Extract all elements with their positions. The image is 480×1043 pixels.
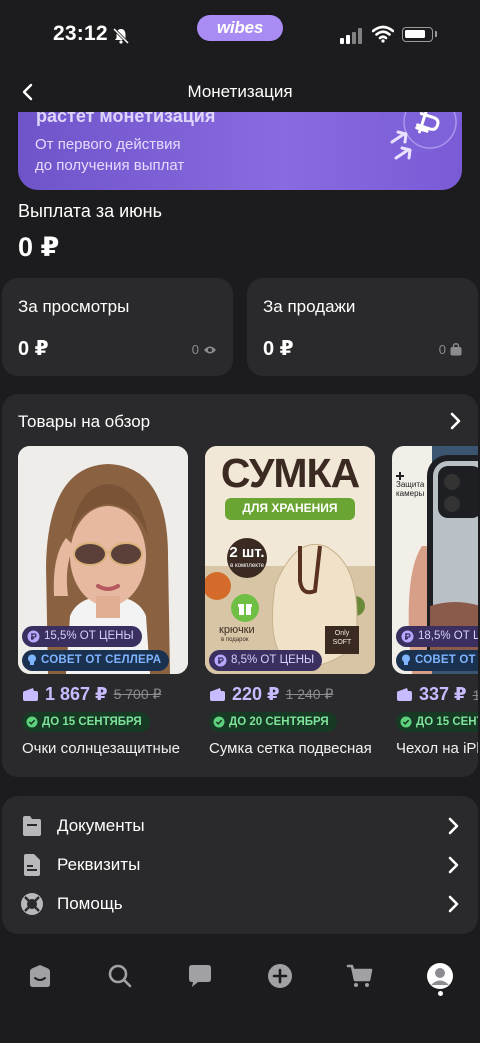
product-old-price: 1: [472, 686, 478, 703]
check-circle-icon: [213, 716, 225, 728]
product-price: 337 ₽: [419, 684, 467, 704]
deadline-badge: ДО 15 СЕНТЯБРЯ: [22, 712, 150, 732]
plus-icon: [396, 472, 404, 480]
menu-label: Реквизиты: [57, 855, 141, 874]
cart-icon[interactable]: [346, 962, 374, 990]
product-image-sunglasses: 15,5% ОТ ЦЕНЫ СОВЕТ ОТ СЕЛЛЕРА: [18, 446, 188, 674]
menu-item-documents[interactable]: Документы: [2, 807, 478, 845]
wallet-icon: [23, 688, 38, 701]
eye-icon: [204, 346, 216, 353]
ruble-circle-icon: [214, 654, 227, 667]
nav-bar: Монетизация: [0, 72, 480, 112]
bag-icon: [450, 343, 462, 356]
menu-item-requisites[interactable]: Реквизиты: [2, 846, 478, 884]
lightbulb-icon: [402, 654, 410, 665]
promo-title: растет монетизация: [36, 112, 216, 126]
sales-value: 0 ₽: [263, 338, 294, 360]
lightbulb-icon: [28, 654, 36, 665]
bag-image-title: СУМКА: [220, 450, 360, 496]
promo-line-1: От первого действия: [35, 136, 181, 153]
bag-image-count-sub: в комплекте: [230, 563, 264, 569]
product-old-price: 5 700 ₽: [113, 686, 162, 702]
folder-icon: [23, 816, 41, 836]
ruble-arrows-icon: [390, 112, 457, 160]
views-earnings-card[interactable]: За просмотры 0 ₽ 0: [2, 278, 233, 376]
bag-image-subtitle: ДЛЯ ХРАНЕНИЯ: [242, 501, 338, 515]
seller-tip-badge: СОВЕТ ОТ СЕЛЛЕРА: [396, 650, 478, 671]
bag-image-gift-sub: в подарок: [221, 637, 249, 643]
payout-label: Выплата за июнь: [18, 201, 162, 221]
deadline-badge: ДО 15 СЕНТЯБРЯ: [396, 712, 478, 732]
search-icon[interactable]: [106, 962, 134, 990]
product-name: Очки солнцезащитные: [22, 740, 180, 757]
case-image-label: Защита камеры: [396, 480, 425, 498]
wifi-icon: [372, 25, 394, 43]
menu-label: Документы: [57, 816, 145, 835]
products-for-review: Товары на обзор 15,5% ОТ ЦЕНЫ СОВЕТ ОТ С…: [2, 394, 478, 777]
product-old-price: 1 240 ₽: [285, 686, 334, 702]
views-count: 0: [191, 342, 199, 357]
product-name: Чехол на iPhone: [396, 740, 478, 757]
promo-line-2: до получения выплат: [35, 157, 185, 174]
product-image-phone-case: Защита камеры 18,5% ОТ ЦЕНЫ СОВЕТ ОТ СЕЛ…: [392, 446, 478, 674]
add-icon[interactable]: [266, 962, 294, 990]
status-bar: 23:12 wibes: [0, 0, 480, 70]
sales-title: За продажи: [263, 297, 356, 316]
document-icon: [24, 854, 40, 876]
brand-logo: wibes: [197, 15, 283, 41]
product-price: 1 867 ₽: [45, 684, 108, 704]
views-title: За просмотры: [18, 297, 130, 316]
sales-count: 0: [438, 342, 446, 357]
wallet-icon: [397, 688, 412, 701]
payout-value: 0 ₽: [18, 232, 60, 262]
seller-tip-badge: СОВЕТ ОТ СЕЛЛЕРА: [22, 650, 170, 671]
chevron-right-icon: [448, 895, 459, 913]
promo-banner[interactable]: растет монетизация От первого действия д…: [18, 112, 462, 190]
chevron-right-icon: [448, 856, 459, 874]
profile-icon[interactable]: [426, 962, 454, 990]
bag-image-brand: Only SOFT: [332, 630, 352, 646]
commission-badge: 15,5% ОТ ЦЕНЫ: [22, 626, 142, 647]
menu-label: Помощь: [57, 894, 123, 913]
gift-icon: [238, 604, 252, 615]
product-card-sunglasses[interactable]: 15,5% ОТ ЦЕНЫ СОВЕТ ОТ СЕЛЛЕРА 1 867 ₽ 5…: [18, 446, 190, 757]
home-icon[interactable]: [26, 962, 54, 990]
chevron-right-icon: [448, 817, 459, 835]
battery-icon: [402, 27, 433, 42]
status-time: 23:12: [53, 22, 108, 45]
product-image-bag: СУМКА ДЛЯ ХРАНЕНИЯ 2 шт. в комплекте крю…: [205, 446, 375, 674]
chat-icon[interactable]: [186, 962, 214, 990]
sales-earnings-card[interactable]: За продажи 0 ₽ 0: [247, 278, 478, 376]
deadline-badge: ДО 20 СЕНТЯБРЯ: [209, 712, 337, 732]
active-tab-indicator: [438, 991, 443, 996]
wallet-icon: [210, 688, 225, 701]
page-title: Монетизация: [187, 82, 293, 101]
settings-menu: Документы Реквизиты Помощь: [2, 796, 478, 934]
views-value: 0 ₽: [18, 338, 49, 360]
menu-item-help[interactable]: Помощь: [2, 885, 478, 923]
product-price: 220 ₽: [232, 684, 280, 704]
lifebuoy-icon: [21, 893, 43, 915]
chevron-right-icon[interactable]: [446, 411, 464, 431]
product-name: Сумка сетка подвесная: [209, 740, 372, 757]
signal-icon: [340, 28, 362, 44]
bottom-tab-bar: [0, 950, 480, 1010]
ruble-circle-icon: [27, 630, 40, 643]
product-card-phone-case[interactable]: Защита камеры 18,5% ОТ ЦЕНЫ СОВЕТ ОТ СЕЛ…: [392, 446, 478, 757]
products-title: Товары на обзор: [18, 412, 151, 431]
ruble-circle-icon: [401, 630, 414, 643]
commission-badge: 8,5% ОТ ЦЕНЫ: [209, 650, 323, 671]
product-card-bag[interactable]: СУМКА ДЛЯ ХРАНЕНИЯ 2 шт. в комплекте крю…: [205, 446, 377, 757]
bag-image-count: 2 шт.: [229, 544, 265, 561]
commission-badge: 18,5% ОТ ЦЕНЫ: [396, 626, 478, 647]
check-circle-icon: [400, 716, 412, 728]
check-circle-icon: [26, 716, 38, 728]
bell-muted-icon: [112, 27, 130, 45]
bag-image-gift: крючки: [219, 624, 255, 636]
